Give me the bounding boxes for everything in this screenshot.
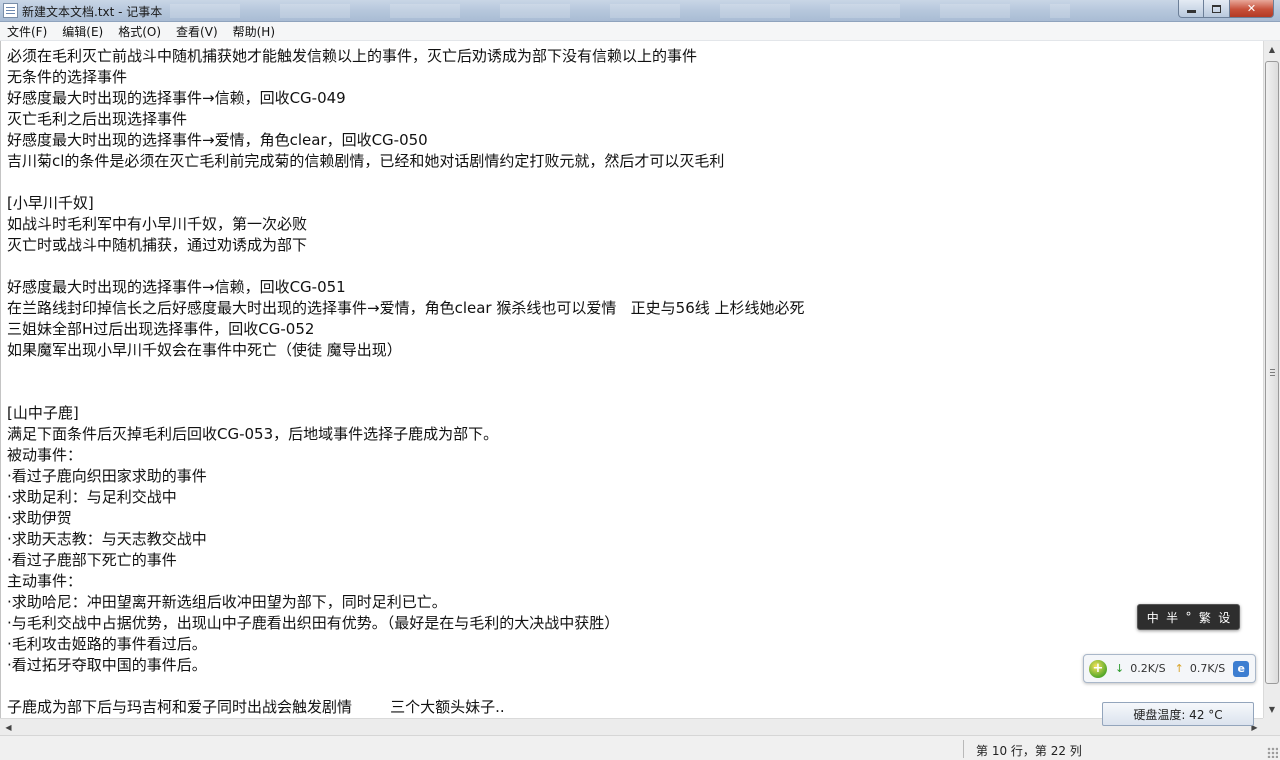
- text-line: 如战斗时毛利军中有小早川千奴，第一次必败: [7, 215, 308, 233]
- menu-format[interactable]: 格式(O): [113, 23, 166, 40]
- scroll-down-arrow-icon[interactable]: ▼: [1264, 701, 1280, 718]
- text-line: ·求助天志教：与天志教交战中: [7, 530, 207, 548]
- upload-arrow-icon: ↑: [1174, 662, 1184, 675]
- menu-file[interactable]: 文件(F): [2, 23, 52, 40]
- text-line: 灭亡时或战斗中随机捕获，通过劝诱成为部下: [7, 236, 308, 254]
- title-bar[interactable]: 新建文本文档.txt - 记事本 ✕: [0, 0, 1280, 22]
- window-title: 新建文本文档.txt - 记事本: [22, 5, 163, 19]
- text-line: [山中子鹿]: [7, 404, 79, 422]
- text-line: 三姐妹全部H过后出现选择事件，回收CG-052: [7, 320, 315, 338]
- network-speed-widget[interactable]: + ↓ 0.2K/S ↑ 0.7K/S e: [1083, 654, 1256, 683]
- horizontal-scrollbar[interactable]: ◀ ▶: [0, 718, 1263, 735]
- text-line: ·求助足利：与足利交战中: [7, 488, 177, 506]
- menu-help[interactable]: 帮助(H): [228, 23, 280, 40]
- text-line: [7, 172, 1257, 193]
- scrollbar-corner: [1263, 718, 1280, 735]
- upload-speed: 0.7K/S: [1189, 662, 1226, 675]
- ime-punctuation-toggle[interactable]: °: [1185, 610, 1191, 624]
- text-line: [小早川千奴]: [7, 194, 94, 212]
- disk-temperature-widget[interactable]: 硬盘温度: 42 °C: [1102, 702, 1254, 726]
- accelerator-logo-icon[interactable]: +: [1089, 659, 1107, 678]
- minimize-icon: [1186, 10, 1196, 13]
- close-button[interactable]: ✕: [1230, 0, 1274, 18]
- title-bar-background-ghost: [170, 4, 1070, 18]
- maximize-button[interactable]: [1204, 0, 1230, 18]
- text-line: [7, 361, 1257, 382]
- text-line: 必须在毛利灭亡前战斗中随机捕获她才能触发信赖以上的事件，灭亡后劝诱成为部下没有信…: [7, 47, 698, 65]
- notepad-icon[interactable]: [3, 3, 18, 18]
- ime-halfwidth-toggle[interactable]: 半: [1166, 609, 1178, 626]
- text-line: 在兰路线封印掉信长之后好感度最大时出现的选择事件→爱情，角色clear 猴杀线也…: [7, 299, 805, 317]
- menu-view[interactable]: 查看(V): [171, 23, 223, 40]
- text-line: [7, 382, 1257, 403]
- vertical-scrollbar[interactable]: ▲ ▼: [1263, 41, 1280, 718]
- minimize-button[interactable]: [1178, 0, 1204, 18]
- text-line: ·看过拓牙夺取中国的事件后。: [7, 656, 207, 674]
- status-bar: 第 10 行，第 22 列: [0, 735, 1280, 760]
- text-editor[interactable]: 必须在毛利灭亡前战斗中随机捕获她才能触发信赖以上的事件，灭亡后劝诱成为部下没有信…: [0, 41, 1263, 718]
- scroll-up-arrow-icon[interactable]: ▲: [1264, 41, 1280, 58]
- maximize-icon: [1212, 4, 1221, 13]
- text-line: 好感度最大时出现的选择事件→爱情，角色clear，回收CG-050: [7, 131, 428, 149]
- text-content[interactable]: 必须在毛利灭亡前战斗中随机捕获她才能触发信赖以上的事件，灭亡后劝诱成为部下没有信…: [7, 46, 1257, 718]
- resize-grip-icon[interactable]: [1267, 747, 1278, 758]
- text-line: 吉川菊cl的条件是必须在灭亡毛利前完成菊的信赖剧情，已经和她对话剧情约定打败元就…: [7, 152, 725, 170]
- scroll-grip-icon: [1270, 369, 1275, 376]
- ime-chinese-toggle[interactable]: 中: [1147, 609, 1159, 626]
- ime-traditional-toggle[interactable]: 繁: [1199, 609, 1211, 626]
- ime-toolbar: 中 半 ° 繁 设: [1137, 604, 1240, 630]
- vertical-scroll-thumb[interactable]: [1265, 61, 1279, 684]
- text-line: ·与毛利交战中占据优势，出现山中子鹿看出织田有优势。（最好是在与毛利的大决战中获…: [7, 614, 620, 632]
- text-line: ·求助哈尼：冲田望离开新选组后收冲田望为部下，同时足利已亡。: [7, 593, 447, 611]
- scroll-left-arrow-icon[interactable]: ◀: [0, 719, 17, 735]
- menu-edit[interactable]: 编辑(E): [57, 23, 108, 40]
- browser-icon[interactable]: e: [1233, 660, 1250, 677]
- text-line: 好感度最大时出现的选择事件→信赖，回收CG-049: [7, 89, 346, 107]
- text-line: ·看过子鹿向织田家求助的事件: [7, 467, 207, 485]
- cursor-position: 第 10 行，第 22 列: [976, 744, 1082, 758]
- download-speed: 0.2K/S: [1130, 662, 1166, 675]
- text-line: ·求助伊贺: [7, 509, 72, 527]
- close-icon: ✕: [1246, 2, 1257, 15]
- ime-settings[interactable]: 设: [1218, 609, 1230, 626]
- text-line: 好感度最大时出现的选择事件→信赖，回收CG-051: [7, 278, 346, 296]
- text-line: 子鹿成为部下后与玛吉柯和爱子同时出战会触发剧情 三个大额头妹子..: [7, 698, 505, 716]
- text-line: 灭亡毛利之后出现选择事件: [7, 110, 188, 128]
- text-line: 满足下面条件后灭掉毛利后回收CG-053，后地域事件选择子鹿成为部下。: [7, 425, 499, 443]
- text-line: 主动事件：: [7, 572, 83, 590]
- text-line: [7, 256, 1257, 277]
- text-line: ·毛利攻击姬路的事件看过后。: [7, 635, 207, 653]
- download-arrow-icon: ↓: [1115, 662, 1125, 675]
- menu-bar: 文件(F) 编辑(E) 格式(O) 查看(V) 帮助(H): [0, 22, 1280, 41]
- status-divider: [963, 740, 964, 758]
- window-controls: ✕: [1178, 0, 1274, 18]
- text-line: 如果魔军出现小早川千奴会在事件中死亡（使徒 魔导出现）: [7, 341, 402, 359]
- text-line: [7, 676, 1257, 697]
- text-line: 被动事件：: [7, 446, 83, 464]
- text-line: 无条件的选择事件: [7, 68, 128, 86]
- text-line: ·看过子鹿部下死亡的事件: [7, 551, 177, 569]
